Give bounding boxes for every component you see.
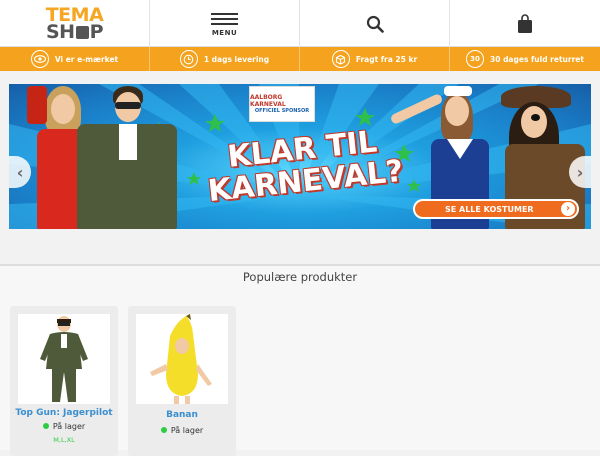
logo-bottom-right: P — [89, 20, 104, 43]
clock-icon — [179, 50, 198, 68]
hero-section: AALBORG KARNEVAL OFFICIEL SPONSOR KLAR T… — [0, 71, 600, 265]
stock-status: På lager — [10, 422, 118, 431]
benefit-returret[interactable]: 30 30 dages fuld returret — [450, 47, 600, 71]
product-name-link[interactable]: Banan — [128, 410, 236, 420]
cta-label: SE ALLE KOSTUMER — [445, 204, 534, 214]
stock-text: På lager — [52, 422, 86, 431]
eye-icon — [30, 50, 49, 68]
search-icon — [366, 15, 384, 33]
pilot-costume-image — [40, 316, 88, 402]
site-header: TEMA SH P MENU — [0, 0, 600, 47]
search-button[interactable] — [300, 0, 450, 47]
cart-button[interactable] — [450, 0, 600, 47]
chevron-right-icon: › — [576, 162, 584, 182]
benefit-text: 30 dages fuld returret — [490, 54, 584, 64]
stock-status: På lager — [128, 426, 236, 435]
see-all-costumes-button[interactable]: SE ALLE KOSTUMER › — [413, 199, 579, 219]
product-card[interactable]: Top Gun: Jagerpilot På lager M,L,XL — [10, 306, 118, 456]
sponsor-text: OFFICIEL SPONSOR — [254, 108, 310, 114]
benefit-text: Vi er e-mærket — [54, 54, 119, 64]
benefit-text: Fragt fra 25 kr — [355, 54, 418, 64]
menu-icon — [211, 10, 238, 28]
benefit-emaerket[interactable]: Vi er e-mærket — [0, 47, 150, 71]
costume-pilot-man — [67, 84, 182, 229]
banana-costume-image — [150, 314, 212, 404]
chevron-left-icon: ‹ — [16, 162, 24, 182]
product-image[interactable] — [18, 314, 110, 404]
in-stock-icon — [42, 423, 49, 429]
shopping-bag-icon — [518, 13, 532, 33]
in-stock-icon — [160, 427, 167, 433]
benefit-text: 1 dags levering — [203, 54, 270, 64]
product-image[interactable] — [136, 314, 228, 404]
benefits-bar: Vi er e-mærket 1 dags levering Fragt fra… — [0, 47, 600, 71]
return-30-icon: 30 — [466, 50, 485, 68]
stock-text: På lager — [170, 426, 204, 435]
benefit-fragt[interactable]: Fragt fra 25 kr — [300, 47, 450, 71]
product-name-link[interactable]: Top Gun: Jagerpilot — [10, 408, 118, 418]
benefit-levering[interactable]: 1 dags levering — [150, 47, 300, 71]
section-title: Populære produkter — [242, 270, 358, 284]
sponsor-badge[interactable]: AALBORG KARNEVAL OFFICIEL SPONSOR — [249, 86, 315, 122]
logo-bottom-text: SH P — [45, 20, 104, 43]
hero-banner[interactable]: AALBORG KARNEVAL OFFICIEL SPONSOR KLAR T… — [9, 84, 591, 229]
product-card[interactable]: Banan På lager — [128, 306, 236, 456]
menu-button[interactable]: MENU — [150, 0, 300, 47]
menu-label: MENU — [211, 29, 238, 37]
site-logo[interactable]: TEMA SH P — [0, 0, 150, 47]
sponsor-logo: AALBORG KARNEVAL — [250, 94, 286, 108]
popular-products-section: Populære produkter Top Gun: Jagerpilot P… — [0, 266, 600, 456]
box-icon — [331, 50, 350, 68]
available-sizes: M,L,XL — [53, 436, 75, 444]
chevron-right-icon: › — [561, 202, 575, 216]
logo-bottom-left: SH — [45, 20, 75, 43]
logo-o-icon — [75, 25, 89, 39]
